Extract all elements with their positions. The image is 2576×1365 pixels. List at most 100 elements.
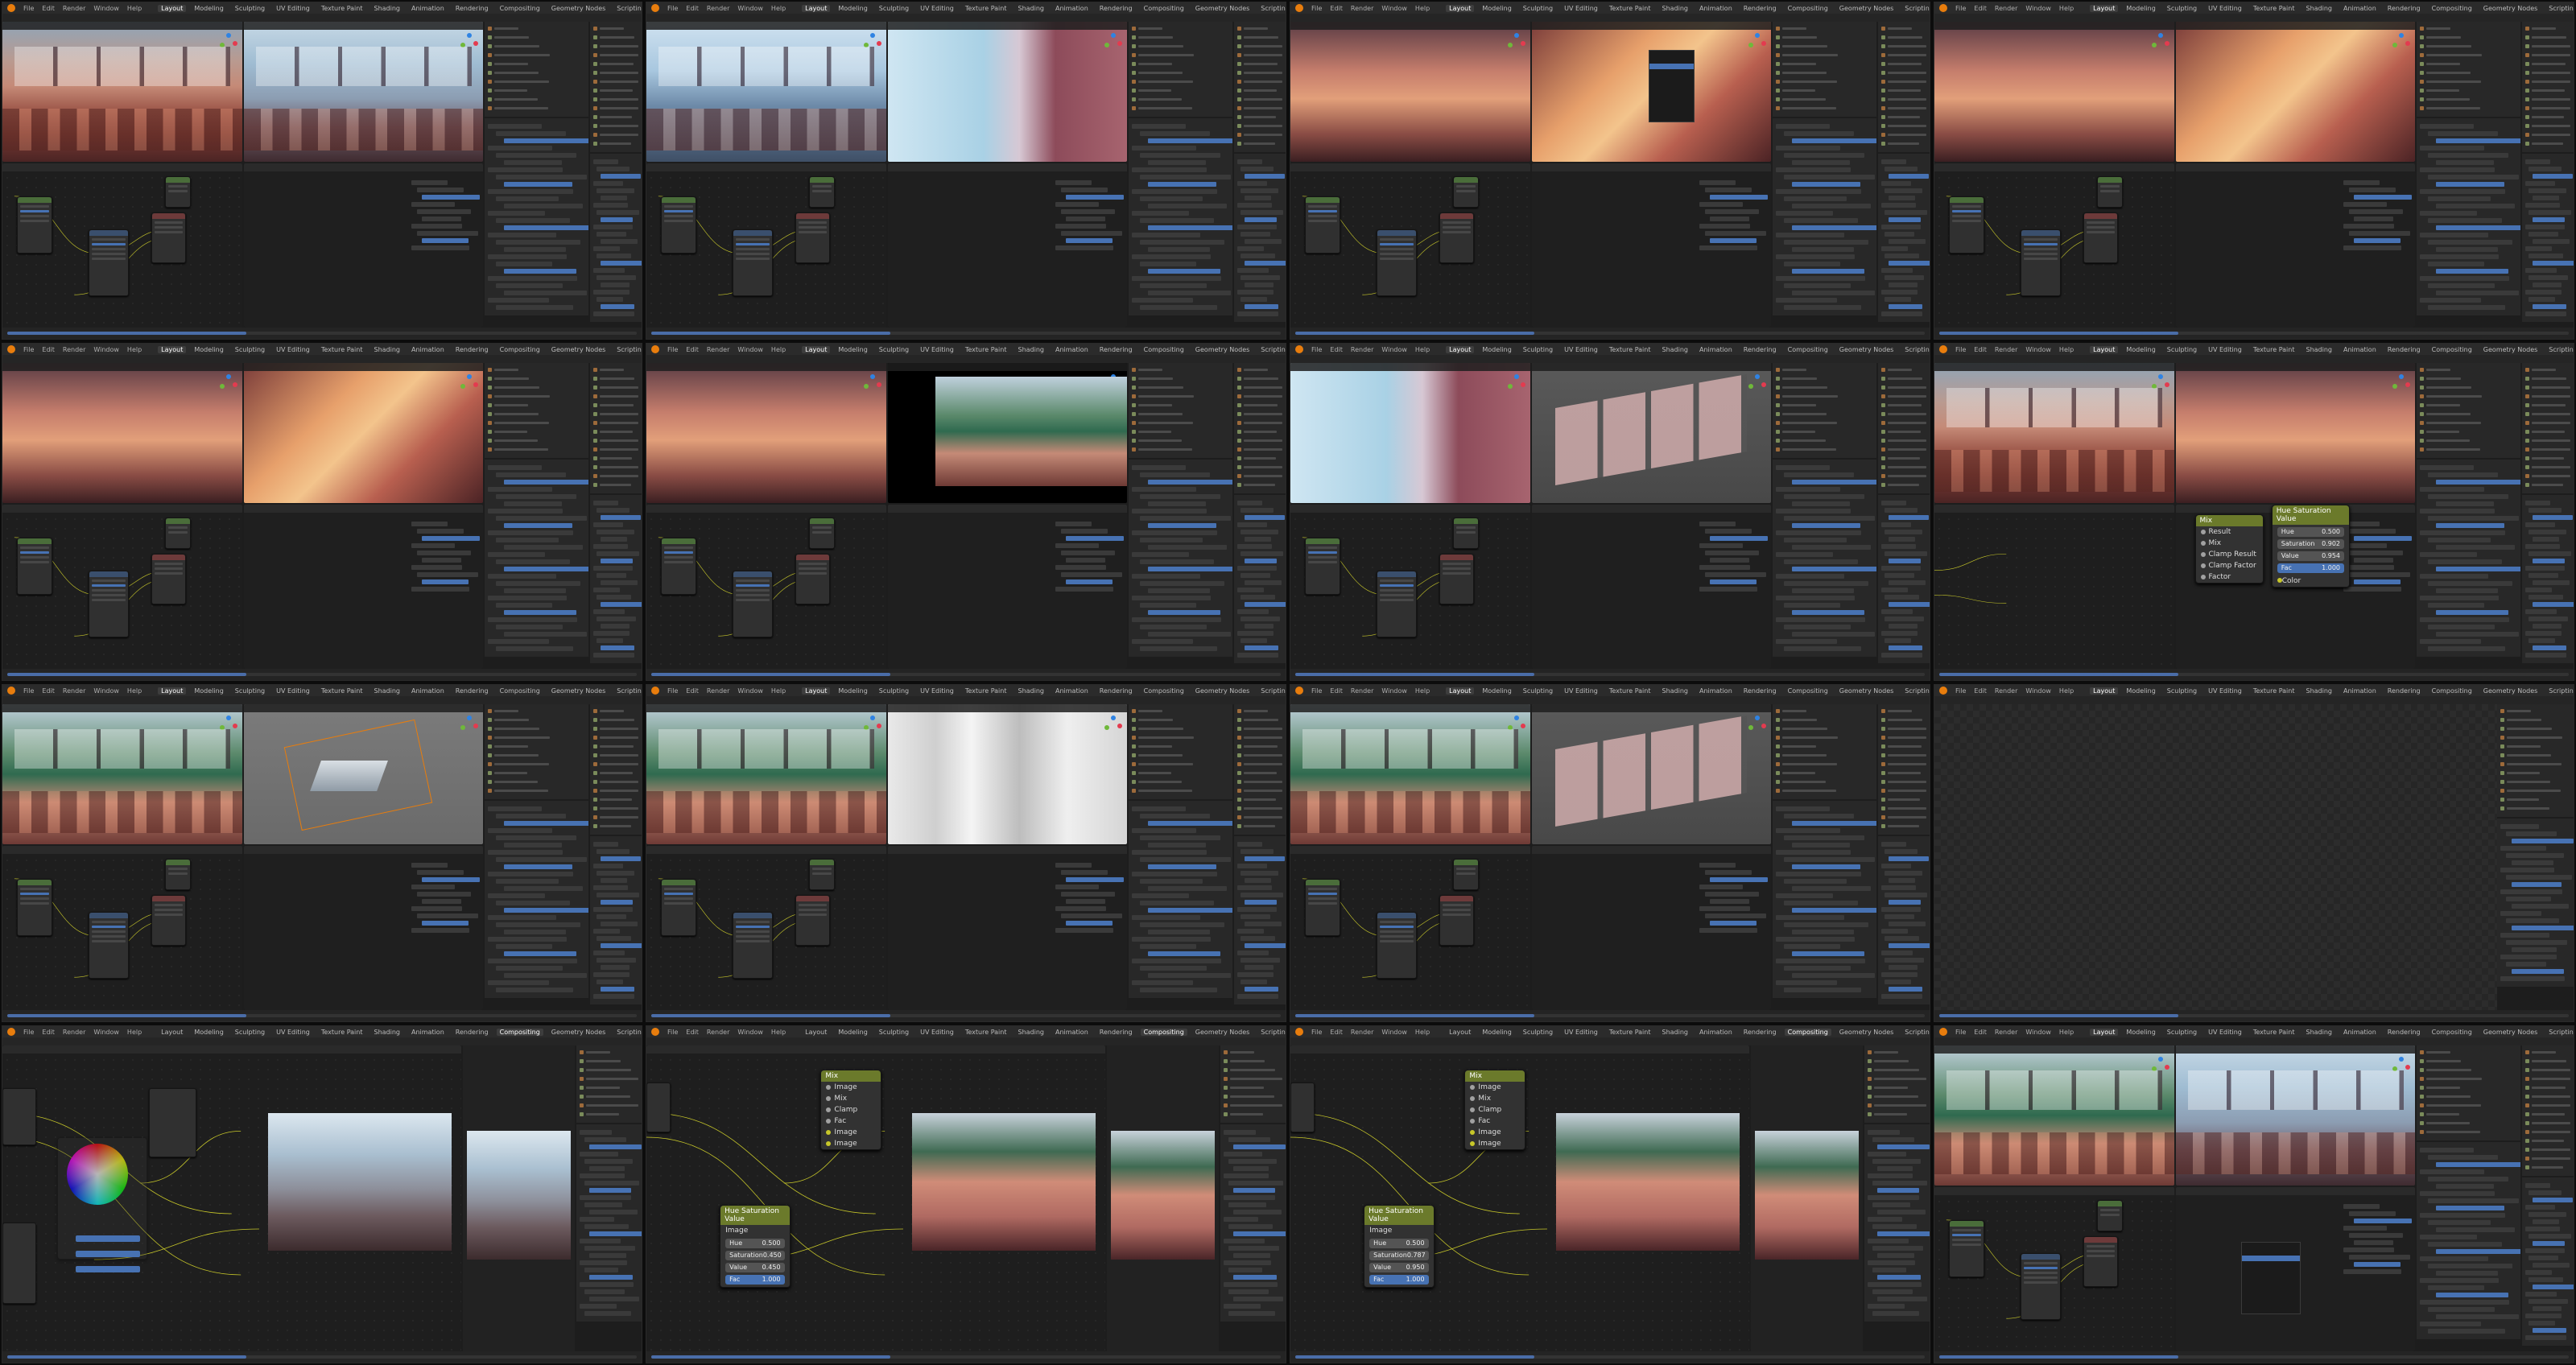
property-field[interactable] — [1710, 876, 1769, 882]
axis-y-dot[interactable] — [1104, 725, 1110, 730]
outliner-row[interactable] — [1776, 734, 1872, 740]
properties-panel[interactable] — [2340, 175, 2413, 256]
property-field[interactable] — [2532, 1263, 2570, 1268]
menu-file[interactable]: File — [1311, 1029, 1322, 1036]
outliner-row[interactable] — [1132, 384, 1228, 390]
outliner-row[interactable] — [2524, 384, 2570, 390]
outliner-row[interactable] — [1880, 716, 1926, 723]
property-field[interactable] — [1791, 864, 1861, 869]
outliner-row[interactable] — [2500, 752, 2570, 758]
property-field[interactable] — [496, 472, 566, 477]
node-header[interactable] — [151, 555, 186, 561]
property-field[interactable] — [416, 571, 478, 577]
tab-scripting[interactable]: Scripting — [1901, 346, 1930, 353]
property-field[interactable] — [496, 153, 576, 158]
outliner-row[interactable] — [1868, 1102, 1926, 1108]
property-field[interactable] — [2511, 926, 2574, 930]
node-socket-row[interactable] — [2024, 1271, 2058, 1274]
property-field[interactable] — [597, 232, 626, 237]
property-field[interactable] — [1699, 245, 1757, 250]
property-field[interactable] — [2532, 602, 2574, 607]
property-field[interactable] — [2428, 1329, 2506, 1334]
property-field[interactable] — [2343, 1203, 2380, 1209]
property-field[interactable] — [600, 645, 634, 650]
property-field[interactable] — [416, 230, 478, 236]
node-editor-header[interactable] — [1934, 163, 2174, 171]
timeline-scrubber[interactable] — [1939, 1014, 2569, 1017]
axis-x-dot[interactable] — [232, 41, 237, 46]
node-header[interactable] — [1377, 912, 1416, 918]
property-field[interactable] — [600, 580, 638, 585]
node-socket-row[interactable]: Clamp — [821, 1104, 881, 1116]
socket-dot[interactable] — [2200, 541, 2206, 546]
property-field[interactable] — [1791, 930, 1854, 934]
node-socket-row[interactable] — [154, 904, 184, 907]
tab-compositing[interactable]: Compositing — [497, 5, 543, 12]
properties-panel[interactable] — [2417, 460, 2520, 657]
menu-window[interactable]: Window — [1381, 5, 1407, 12]
property-field[interactable] — [1132, 893, 1190, 898]
outliner-row[interactable] — [1880, 78, 1926, 85]
shader-node[interactable] — [1453, 518, 1480, 549]
property-field[interactable] — [1699, 201, 1743, 207]
property-field[interactable] — [2524, 225, 2566, 229]
property-field[interactable] — [2435, 1271, 2498, 1276]
outliner-row[interactable] — [2524, 393, 2570, 399]
hue-saturation-value-node[interactable]: Hue Saturation Value Image Hue 0.500 Saturat… — [720, 1204, 791, 1288]
property-field[interactable] — [584, 1181, 640, 1186]
property-field[interactable] — [1784, 516, 1876, 521]
node-slider-fac[interactable]: Fac 1.000 — [1369, 1274, 1429, 1285]
properties-panel[interactable] — [408, 175, 481, 256]
tab-layout[interactable]: Layout — [802, 1029, 830, 1036]
property-field[interactable] — [1888, 537, 1916, 542]
properties-panel[interactable] — [408, 857, 481, 938]
property-field[interactable] — [1876, 1231, 1930, 1236]
node-socket-row[interactable] — [736, 257, 770, 260]
viewport-header[interactable] — [2175, 22, 2416, 30]
node-socket-row[interactable]: Mix — [2196, 538, 2263, 549]
property-field[interactable] — [2420, 298, 2482, 303]
outliner-row[interactable] — [1236, 34, 1282, 40]
node-socket-row[interactable] — [798, 909, 828, 912]
tab-texture-paint[interactable]: Texture Paint — [962, 5, 1010, 12]
menu-window[interactable]: Window — [737, 5, 763, 12]
3d-viewport[interactable] — [243, 22, 484, 162]
node-header[interactable] — [2098, 177, 2123, 184]
property-field[interactable] — [580, 1195, 632, 1200]
node-socket-row[interactable] — [1380, 242, 1414, 245]
axis-z-dot[interactable] — [467, 33, 473, 38]
node-socket-row[interactable] — [19, 555, 49, 559]
outliner-row[interactable] — [1236, 402, 1282, 408]
node-socket-row[interactable] — [798, 904, 828, 907]
property-field[interactable] — [2524, 609, 2557, 614]
outliner-row[interactable] — [580, 1102, 638, 1108]
property-field[interactable] — [496, 922, 580, 927]
input-node-small[interactable] — [1290, 1082, 1315, 1133]
property-field[interactable] — [1147, 567, 1232, 571]
property-field[interactable] — [1872, 1268, 1907, 1272]
property-field[interactable] — [503, 160, 562, 165]
node-socket-row[interactable] — [1380, 934, 1414, 938]
tab-modeling[interactable]: Modeling — [835, 346, 870, 353]
node-editor[interactable] — [646, 504, 886, 669]
menu-help[interactable]: Help — [127, 687, 142, 695]
node-socket-row[interactable] — [812, 526, 832, 530]
socket-dot[interactable] — [1470, 1141, 1476, 1147]
property-field[interactable] — [1060, 528, 1108, 534]
3d-viewport[interactable] — [2, 704, 242, 844]
property-field[interactable] — [1140, 218, 1214, 223]
node-socket-row[interactable]: Clamp — [1465, 1104, 1525, 1116]
property-field[interactable] — [592, 864, 623, 868]
shader-node[interactable] — [1304, 878, 1340, 937]
outliner-row[interactable] — [1132, 366, 1228, 373]
outliner-row[interactable] — [592, 375, 638, 381]
property-field[interactable] — [2529, 232, 2558, 237]
tab-uv-editing[interactable]: UV Editing — [917, 5, 957, 12]
outliner-panel[interactable] — [589, 363, 642, 493]
tab-layout[interactable]: Layout — [1446, 1029, 1474, 1036]
node-socket-row[interactable] — [2086, 1245, 2116, 1248]
node-socket-row[interactable] — [663, 887, 693, 890]
property-field[interactable] — [2420, 1300, 2510, 1305]
property-field[interactable] — [503, 269, 576, 274]
outliner-panel[interactable] — [1877, 22, 1930, 152]
